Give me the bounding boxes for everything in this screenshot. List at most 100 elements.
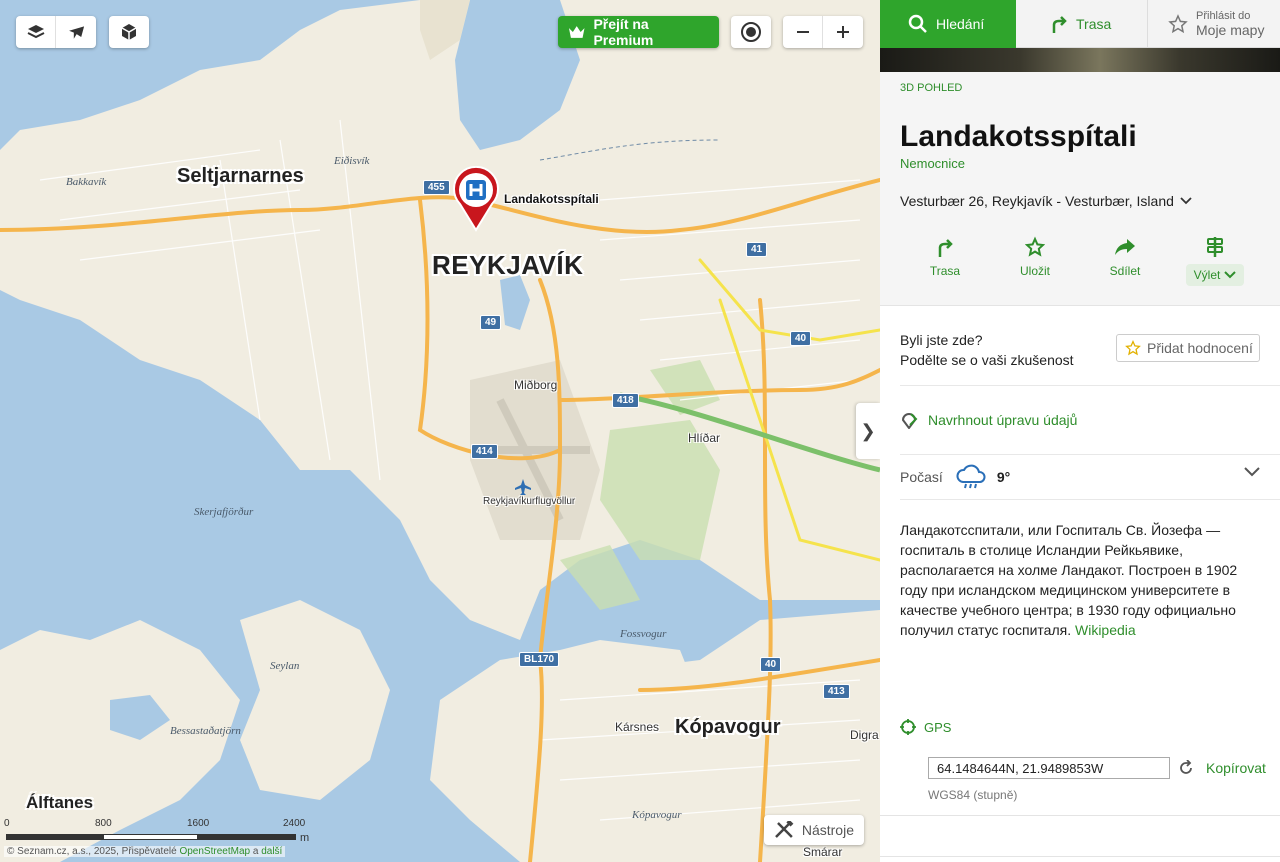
road-shield: 49 <box>480 315 502 330</box>
layers-button[interactable] <box>16 16 56 48</box>
copy-coordinates-button[interactable]: Kopírovat <box>1206 760 1266 776</box>
star-outline-icon <box>1168 13 1188 33</box>
3d-view-button[interactable] <box>109 16 149 48</box>
attribution-and: a <box>252 846 259 857</box>
map-label-eidisvik: Eiðisvík <box>334 155 370 167</box>
poi-map-label[interactable]: Landakotsspítali <box>504 192 599 206</box>
review-prompt: Podělte se o vaši zkušenost <box>900 352 1074 368</box>
route-icon <box>938 239 953 257</box>
airplane-icon <box>69 26 85 39</box>
map-label-airport: Reykjavíkurflugvöllur <box>483 496 576 507</box>
premium-label: Přejít na Premium <box>593 16 654 48</box>
trip-action-button[interactable]: Výlet <box>1170 236 1260 286</box>
suggest-edit-label: Navrhnout úpravu údajů <box>928 412 1078 428</box>
map-label-seylan: Seylan <box>270 660 300 672</box>
share-arrow-icon <box>1115 239 1135 255</box>
weather-label: Počasí <box>900 469 943 485</box>
wikipedia-link[interactable]: Wikipedia <box>1075 622 1136 638</box>
map-label-seltjarnarnes: Seltjarnarnes <box>177 165 304 187</box>
map-canvas[interactable]: REYKJAVÍK Seltjarnarnes Kópavogur Álftan… <box>0 0 880 862</box>
map-label-smarar: Smárar <box>803 845 843 859</box>
map-label-skerjafjordur: Skerjafjörður <box>194 506 254 518</box>
scale-tick: 0 <box>4 818 10 829</box>
road-shield: BL170 <box>519 652 560 667</box>
scale-tick: 800 <box>95 818 112 829</box>
map-label-fossvogur: Fossvogur <box>620 628 667 640</box>
road-shield: 40 <box>760 657 782 672</box>
road-shield: 414 <box>471 444 498 459</box>
cube-icon <box>121 24 137 40</box>
review-question: Byli jste zde? <box>900 332 983 348</box>
route-action-button[interactable]: Trasa <box>900 236 990 286</box>
road-shield: 413 <box>823 684 850 699</box>
chevron-down-icon <box>1180 197 1192 205</box>
locate-icon <box>741 22 761 42</box>
map-mode-group <box>16 16 96 48</box>
add-review-button[interactable]: Přidat hodnocení <box>1116 334 1260 362</box>
suggest-edit-link[interactable]: Navrhnout úpravu údajů <box>900 386 1280 455</box>
star-outline-icon <box>1025 236 1045 257</box>
login-my-maps[interactable]: Přihlásit do Moje mapy <box>1148 0 1264 47</box>
tab-search[interactable]: Hledání <box>880 0 1016 48</box>
tab-route[interactable]: Trasa <box>1016 0 1148 48</box>
scale-segment <box>6 834 103 840</box>
poi-address[interactable]: Vesturbær 26, Reykjavík - Vesturbær, Isl… <box>900 193 1192 209</box>
attribution-prefix: © Seznam.cz, a.s., 2025, Přispěvatelé <box>7 846 177 857</box>
save-action-button[interactable]: Uložit <box>990 236 1080 286</box>
zoom-group <box>783 16 863 48</box>
weather-row[interactable]: Počasí 9° <box>900 455 1280 500</box>
trip-dropdown[interactable]: Výlet <box>1185 264 1245 286</box>
gps-coordinates-field[interactable] <box>928 757 1170 779</box>
route-icon <box>1052 16 1067 33</box>
zoom-in-button[interactable] <box>823 16 863 48</box>
road-shield: 40 <box>790 331 812 346</box>
share-action-button[interactable]: Sdílet <box>1080 236 1170 286</box>
tools-label: Nástroje <box>801 822 854 838</box>
hospital-marker-icon[interactable] <box>452 166 500 232</box>
premium-button[interactable]: Přejít na Premium <box>558 16 719 48</box>
map-label-hlidar: Hlíðar <box>688 431 721 445</box>
tools-button[interactable]: Nástroje <box>764 815 864 845</box>
layers-icon <box>27 25 44 39</box>
detail-panel: Hledání Trasa Přihlásit do Moje mapy 3D … <box>880 0 1280 862</box>
attribution-osm-link[interactable]: OpenStreetMap <box>179 846 250 857</box>
tab-search-label: Hledání <box>936 16 985 32</box>
poi-header: 3D POHLED Landakotsspítali Nemocnice Ves… <box>880 72 1280 306</box>
collapse-panel-button[interactable]: ❯ <box>856 403 880 459</box>
divider <box>880 856 1280 857</box>
map-label-midborg: Miðborg <box>514 378 558 392</box>
login-prompt: Přihlásit do <box>1196 9 1251 22</box>
cloud-rain-icon <box>956 464 986 489</box>
poi-photo[interactable] <box>880 48 1280 72</box>
aerial-button[interactable] <box>56 16 96 48</box>
poi-description-text: Ландакотсспитали, или Госпиталь Св. Йозе… <box>900 522 1238 638</box>
top-navigation: Hledání Trasa Přihlásit do Moje mapy <box>880 0 1280 48</box>
attribution-more-link[interactable]: další <box>261 846 282 857</box>
pin-edit-icon <box>901 413 918 429</box>
scale-tick: 1600 <box>187 818 210 829</box>
save-action-label: Uložit <box>1019 264 1050 278</box>
map-label-bessastadatjorn: Bessastaðatjörn <box>170 725 241 737</box>
map-label-alftanes: Álftanes <box>26 793 94 812</box>
crosshair-icon <box>900 719 916 735</box>
zoom-out-button[interactable] <box>783 16 823 48</box>
star-outline-icon <box>1125 340 1141 356</box>
minus-icon <box>796 31 809 33</box>
poi-description: Ландакотсспитали, или Госпиталь Св. Йозе… <box>900 520 1264 640</box>
scale-tick: 2400 <box>283 818 306 829</box>
poi-address-text: Vesturbær 26, Reykjavík - Vesturbær, Isl… <box>900 193 1174 209</box>
gps-label: GPS <box>924 719 952 735</box>
road-shield: 455 <box>423 180 450 195</box>
map-label-kopavogur: Kópavogur <box>675 716 781 738</box>
locate-button[interactable] <box>731 16 771 48</box>
scale-segment <box>198 834 296 840</box>
poi-category[interactable]: Nemocnice <box>900 156 965 171</box>
swap-format-icon[interactable] <box>1178 760 1194 776</box>
3d-view-link[interactable]: 3D POHLED <box>900 82 962 94</box>
share-action-label: Sdílet <box>1109 264 1141 278</box>
weather-temperature: 9° <box>996 469 1011 485</box>
map-label-karsnes: Kársnes <box>615 720 660 734</box>
road-shield: 41 <box>746 242 768 257</box>
search-icon <box>908 14 927 33</box>
route-action-label: Trasa <box>929 264 961 278</box>
